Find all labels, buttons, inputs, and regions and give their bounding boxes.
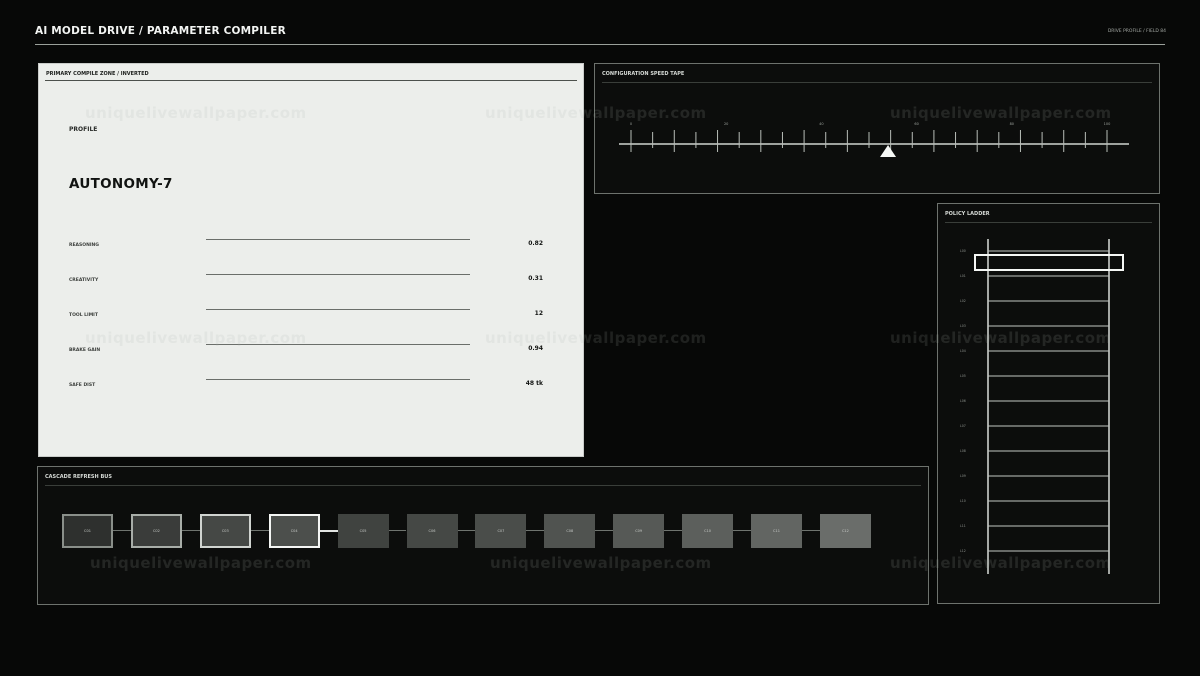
primary-panel-title: PRIMARY COMPILE ZONE / INVERTED [46, 71, 149, 77]
tape-tick-label: 80 [1010, 122, 1014, 126]
param-track[interactable] [206, 344, 470, 345]
bus-node-label: C08 [566, 529, 574, 533]
ladder-rung-label: L04 [960, 349, 966, 353]
param-row-safe-dist[interactable]: SAFE DIST 48 tk [39, 379, 583, 393]
param-value: 0.94 [528, 345, 543, 352]
primary-compile-panel: PRIMARY COMPILE ZONE / INVERTED PROFILE … [38, 63, 584, 457]
ladder-rung-label: L05 [960, 374, 966, 378]
bus-node-label: C04 [290, 529, 298, 533]
bus-link [250, 530, 269, 531]
ladder-rung-label: L02 [960, 299, 966, 303]
ladder-rung-label: L07 [960, 424, 966, 428]
bus-link [802, 530, 820, 531]
param-row-creativity[interactable]: CREATIVITY 0.31 [39, 274, 583, 288]
bus-node-label: C09 [635, 529, 643, 533]
param-label: CREATIVITY [69, 278, 99, 283]
bus-node[interactable]: C01 [62, 514, 113, 548]
bus-node-label: C03 [221, 529, 229, 533]
bus-node[interactable]: C09 [613, 514, 665, 548]
bus-link [319, 530, 338, 532]
param-label: TOOL LIMIT [69, 313, 98, 318]
bus-node-label: C11 [773, 529, 780, 533]
speed-tape[interactable]: 0 20 40 60 80 100 [595, 64, 1159, 193]
bus-node-label: C02 [152, 529, 160, 533]
param-track[interactable] [206, 239, 470, 240]
bus-node[interactable]: C02 [130, 514, 182, 548]
bus-node[interactable]: C05 [337, 514, 389, 548]
param-row-reasoning[interactable]: REASONING 0.82 [39, 239, 583, 253]
tape-tick-label: 0 [630, 122, 632, 126]
app-title: AI MODEL DRIVE / PARAMETER COMPILER [35, 25, 286, 37]
ladder-rung-label: L08 [960, 449, 966, 453]
tape-tick-label: 100 [1104, 122, 1111, 126]
ladder-selection[interactable] [974, 254, 1124, 271]
param-track[interactable] [206, 274, 470, 275]
bus-link [388, 530, 407, 531]
bus-node-label: C12 [841, 529, 849, 533]
bus-node[interactable]: C06 [406, 514, 458, 548]
bus-node-label: C05 [359, 529, 367, 533]
param-track[interactable] [206, 309, 470, 310]
ladder-rung-label: L11 [960, 524, 966, 528]
ladder-rung-label: L06 [960, 399, 966, 403]
param-value: 12 [534, 310, 543, 317]
bus-node[interactable]: C11 [751, 514, 802, 548]
speed-tape-panel: CONFIGURATION SPEED TAPE 0 20 40 60 80 100 [594, 63, 1160, 194]
bus-link [113, 530, 131, 531]
param-value: 0.82 [528, 240, 543, 247]
ladder-rung-label: L03 [960, 324, 966, 328]
bus-link [526, 530, 545, 531]
bus-node-label: C06 [428, 529, 436, 533]
policy-ladder[interactable]: L00 L01 L02 L03 L04 L05 L06 L07 L08 L09 L10 L11 L12 [938, 204, 1159, 603]
ladder-rung-label: L01 [960, 274, 966, 278]
bus-link [664, 530, 683, 531]
param-value: 48 tk [525, 380, 543, 387]
bus-node[interactable]: C08 [544, 514, 596, 548]
param-label: BRAKE GAIN [69, 348, 101, 353]
bus-node[interactable]: C12 [819, 514, 871, 548]
param-value: 0.31 [528, 275, 543, 282]
tape-tick-label: 60 [914, 122, 918, 126]
ladder-rung-label: L09 [960, 474, 966, 478]
profile-name: AUTONOMY-7 [69, 176, 173, 192]
bus-node[interactable]: C07 [475, 514, 527, 548]
header-divider [35, 44, 1165, 45]
header-meta: DRIVE PROFILE / FIELD 84 [1107, 29, 1166, 34]
cascade-bus-title: CASCADE REFRESH BUS [45, 474, 112, 480]
speed-marker-icon[interactable] [880, 145, 897, 157]
bus-link [733, 530, 751, 531]
ladder-rung-label: L00 [960, 249, 966, 253]
cascade-bus-panel: CASCADE REFRESH BUS C01 C02 C03 C04 C05 C06 C0… [37, 466, 929, 605]
bus-node[interactable]: C10 [682, 514, 734, 548]
ladder-rung-label: L10 [960, 499, 966, 503]
param-row-tool-limit[interactable]: TOOL LIMIT 12 [39, 309, 583, 323]
param-label: REASONING [69, 243, 99, 248]
bus-node[interactable]: C04 [268, 514, 320, 548]
bus-node[interactable]: C03 [199, 514, 251, 548]
bus-link [181, 530, 200, 531]
policy-ladder-panel: POLICY LADDER L00 L01 L02 L03 L04 L05 L06 L07 L0… [937, 203, 1160, 604]
tape-tick-label: 20 [724, 122, 728, 126]
bus-link [595, 530, 614, 531]
primary-panel-rule [45, 80, 577, 81]
bus-node-label: C07 [497, 529, 505, 533]
ladder-rung-label: L12 [960, 549, 966, 553]
tape-tick-label: 40 [819, 122, 823, 126]
param-row-brake-gain[interactable]: BRAKE GAIN 0.94 [39, 344, 583, 358]
bus-node-label: C10 [704, 529, 712, 533]
profile-label: PROFILE [69, 126, 98, 133]
cascade-bus-rule [45, 485, 921, 486]
bus-node-label: C01 [84, 529, 91, 533]
param-track[interactable] [206, 379, 470, 380]
param-label: SAFE DIST [69, 383, 96, 388]
bus-link [457, 530, 476, 531]
